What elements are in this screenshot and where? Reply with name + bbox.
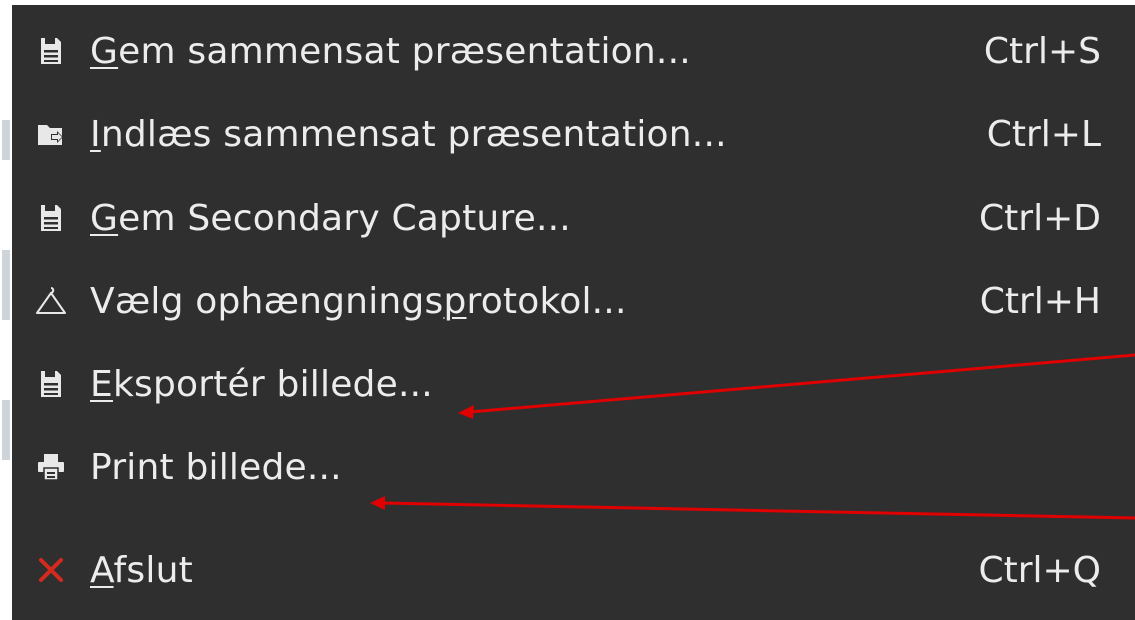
menu-item-label: Gem Secondary Capture...: [90, 197, 571, 239]
document-save-icon: [34, 364, 68, 404]
edge-mark: [2, 250, 10, 320]
menu-item-shortcut: Ctrl+L: [986, 113, 1101, 155]
menu-item-export-image[interactable]: Eksportér billede...: [12, 343, 1135, 425]
menu-item-load-presentation[interactable]: Indlæs sammensat præsentation... Ctrl+L: [12, 93, 1135, 175]
edge-mark: [2, 400, 10, 460]
left-edge-strip: [0, 0, 12, 620]
menu-item-label: Vælg ophængningsprotokol...: [90, 280, 627, 322]
file-menu: Gem sammensat præsentation... Ctrl+S Ind…: [12, 5, 1135, 620]
folder-open-icon: [34, 114, 68, 154]
menu-item-select-hanging-protocol[interactable]: Vælg ophængningsprotokol... Ctrl+H: [12, 260, 1135, 342]
menu-item-save-secondary-capture[interactable]: Gem Secondary Capture... Ctrl+D: [12, 177, 1135, 259]
menu-item-shortcut: Ctrl+H: [979, 280, 1101, 322]
printer-icon: [34, 447, 68, 487]
menu-item-label: Print billede...: [90, 446, 342, 488]
menu-item-label: Gem sammensat præsentation...: [90, 30, 691, 72]
menu-item-print-image[interactable]: Print billede...: [12, 426, 1135, 508]
menu-item-save-presentation[interactable]: Gem sammensat præsentation... Ctrl+S: [12, 10, 1135, 92]
hanger-icon: [34, 281, 68, 321]
document-save-icon: [34, 31, 68, 71]
close-red-x-icon: [34, 550, 68, 590]
menu-item-quit[interactable]: Afslut Ctrl+Q: [12, 530, 1135, 610]
menu-item-shortcut: Ctrl+S: [983, 30, 1101, 72]
edge-mark: [2, 120, 10, 160]
menu-item-shortcut: Ctrl+D: [979, 197, 1101, 239]
document-save-icon: [34, 198, 68, 238]
menu-item-shortcut: Ctrl+Q: [978, 549, 1101, 591]
menu-item-label: Afslut: [90, 549, 193, 591]
menu-item-label: Eksportér billede...: [90, 363, 433, 405]
menu-item-label: Indlæs sammensat præsentation...: [90, 113, 727, 155]
